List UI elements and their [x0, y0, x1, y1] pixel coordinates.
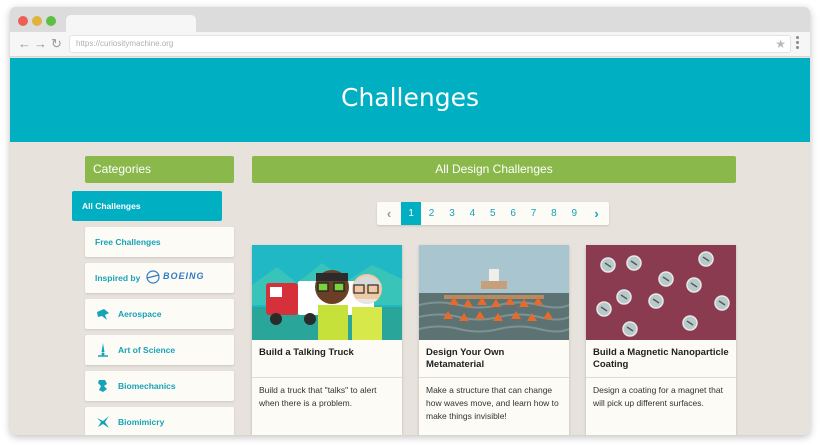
browser-toolbar: ← → ↻ https://curiositymachine.org ★	[10, 32, 810, 57]
browser-window: ← → ↻ https://curiositymachine.org ★ Cha…	[10, 7, 810, 435]
boeing-logo-text: BOEING	[163, 271, 205, 281]
categories-heading: Categories	[85, 156, 234, 183]
page-button[interactable]: 8	[544, 202, 564, 225]
page-button[interactable]: 6	[503, 202, 523, 225]
boeing-logo-icon	[146, 270, 160, 284]
previous-page-button[interactable]: ‹	[377, 202, 401, 225]
reload-icon[interactable]: ↻	[51, 36, 62, 52]
browser-menu-icon[interactable]	[796, 36, 800, 52]
card-title: Design Your Own Metamaterial	[426, 347, 505, 370]
sidebar-item-boeing[interactable]: Inspired by BOEING	[85, 263, 234, 293]
page-button[interactable]: 7	[523, 202, 543, 225]
page-header: Challenges	[10, 58, 810, 142]
page-button[interactable]: 2	[421, 202, 441, 225]
sidebar-item-all-challenges[interactable]: All Challenges	[72, 191, 222, 221]
sidebar-item-aerospace[interactable]: Aerospace	[85, 299, 234, 329]
sidebar-item-art-of-science[interactable]: Art of Science	[85, 335, 234, 365]
card-title: Build a Magnetic Nanoparticle Coating	[593, 347, 729, 370]
sidebar-item-label: Biomechanics	[118, 381, 176, 391]
biomechanics-icon	[98, 380, 107, 392]
card-divider	[252, 377, 402, 378]
challenge-card-talking-truck[interactable]: Build a Talking Truck Build a truck that…	[252, 245, 402, 435]
sidebar-item-label: Art of Science	[118, 345, 176, 355]
sidebar-item-label: Aerospace	[118, 309, 162, 319]
sidebar-item-label: All Challenges	[82, 201, 141, 211]
tab-bar	[10, 7, 810, 32]
url-text: https://curiositymachine.org	[76, 39, 174, 48]
page-button[interactable]: 3	[442, 202, 462, 225]
sidebar-item-biomechanics[interactable]: Biomechanics	[85, 371, 234, 401]
nanoparticle-illustration	[586, 245, 736, 340]
maximize-window-button[interactable]	[46, 16, 56, 26]
card-title: Build a Talking Truck	[259, 347, 354, 358]
sidebar-item-free-challenges[interactable]: Free Challenges	[85, 227, 234, 257]
card-divider	[419, 377, 569, 378]
metamaterial-illustration	[419, 245, 569, 340]
browser-tab[interactable]	[66, 15, 196, 32]
all-design-challenges-heading: All Design Challenges	[252, 156, 736, 183]
page-title: Challenges	[340, 83, 479, 112]
card-divider	[586, 377, 736, 378]
sidebar-item-label: Inspired by	[95, 273, 141, 283]
biomimicry-icon	[97, 416, 109, 428]
address-bar[interactable]: https://curiositymachine.org ★	[69, 35, 791, 53]
bookmark-star-icon[interactable]: ★	[775, 37, 786, 51]
sidebar-item-label: Free Challenges	[95, 237, 161, 247]
page-button-current[interactable]: 1	[401, 202, 422, 225]
challenge-card-nanoparticle-coating[interactable]: Build a Magnetic Nanoparticle Coating De…	[586, 245, 736, 435]
forward-arrow-icon[interactable]: →	[34, 36, 47, 52]
sidebar-item-biomimicry[interactable]: Biomimicry	[85, 407, 234, 435]
art-of-science-icon	[98, 343, 108, 357]
card-description: Design a coating for a magnet that will …	[593, 385, 723, 408]
page-button[interactable]: 4	[462, 202, 482, 225]
truck-illustration	[252, 245, 402, 340]
next-page-button[interactable]: ›	[585, 202, 609, 225]
challenge-card-metamaterial[interactable]: Design Your Own Metamaterial Make a stru…	[419, 245, 569, 435]
aerospace-icon	[97, 309, 109, 320]
close-window-button[interactable]	[18, 16, 28, 26]
card-description: Build a truck that "talks" to alert when…	[259, 385, 377, 408]
minimize-window-button[interactable]	[32, 16, 42, 26]
page-button[interactable]: 5	[483, 202, 503, 225]
back-arrow-icon[interactable]: ←	[18, 36, 31, 52]
page-button[interactable]: 9	[564, 202, 584, 225]
pagination: ‹ 1 2 3 4 5 6 7 8 9 ›	[377, 202, 609, 225]
sidebar-item-label: Biomimicry	[118, 417, 165, 427]
card-description: Make a structure that can change how wav…	[426, 385, 559, 421]
